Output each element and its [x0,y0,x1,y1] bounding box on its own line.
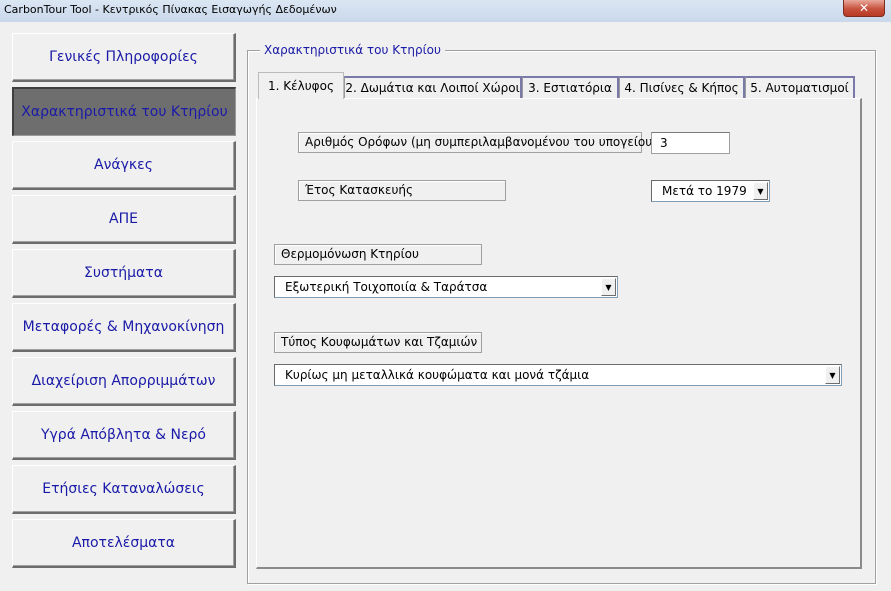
nav-button-label: Ετήσιες Καταναλώσεις [42,481,205,497]
insulation-label: Θερμομόνωση Κτηρίου [274,244,482,265]
construction-year-select[interactable]: Μετά το 1979 ▼ [651,180,770,202]
nav-button-annual-consumption[interactable]: Ετήσιες Καταναλώσεις [12,465,236,514]
nav-button-label: Χαρακτηριστικά του Κτηρίου [21,104,228,120]
title-bar: CarbonTour Tool - Κεντρικός Πίνακας Εισα… [0,0,891,23]
nav-button-building-characteristics[interactable]: Χαρακτηριστικά του Κτηρίου [12,87,236,136]
tab-label: 2. Δωμάτια και Λοιποί Χώροι [345,81,520,95]
nav-button-label: Μεταφορές & Μηχανοκίνηση [22,319,225,335]
close-icon: ✕ [858,1,870,15]
nav-button-label: Ανάγκες [94,157,153,173]
chevron-down-icon[interactable]: ▼ [601,278,616,296]
nav-button-results[interactable]: Αποτελέσματα [12,519,236,568]
insulation-select[interactable]: Εξωτερική Τοιχοποιία & Ταράτσα ▼ [274,276,618,298]
nav-button-label: Διαχείριση Απορριμμάτων [31,373,216,389]
tab-restaurants[interactable]: 3. Εστιατόρια [522,76,619,98]
tab-label: 1. Κέλυφος [268,79,334,93]
tab-label: 5. Αυτοματισμοί [750,81,849,95]
chevron-down-icon[interactable]: ▼ [753,182,768,200]
nav-button-label: ΑΠΕ [109,211,138,227]
tab-automation[interactable]: 5. Αυτοματισμοί [745,76,855,98]
nav-button-systems[interactable]: Συστήματα [12,249,236,298]
nav-button-label: Γενικές Πληροφορίες [49,49,198,65]
tab-label: 3. Εστιατόρια [528,81,612,95]
tab-rooms[interactable]: 2. Δωμάτια και Λοιποί Χώροι [344,76,522,98]
floors-label: Αριθμός Ορόφων (μη συμπεριλαμβανομένου τ… [298,132,657,153]
nav-button-label: Συστήματα [84,265,163,281]
construction-year-value: Μετά το 1979 [662,184,747,198]
close-button[interactable]: ✕ [843,0,885,17]
nav-button-label: Αποτελέσματα [71,535,176,551]
windows-select[interactable]: Κυρίως μη μεταλλικά κουφώματα και μονά τ… [274,364,842,386]
nav-button-needs[interactable]: Ανάγκες [12,141,236,190]
window-title: CarbonTour Tool - Κεντρικός Πίνακας Εισα… [4,3,337,16]
nav-button-general-info[interactable]: Γενικές Πληροφορίες [12,33,236,82]
nav-button-waste-management[interactable]: Διαχείριση Απορριμμάτων [12,357,236,406]
tab-envelope[interactable]: 1. Κέλυφος [258,72,344,99]
windows-value: Κυρίως μη μεταλλικά κουφώματα και μονά τ… [285,368,590,382]
floors-input[interactable]: 3 [651,132,730,154]
nav-button-label: Υγρά Απόβλητα & Νερό [40,427,207,443]
nav-button-wastewater-water[interactable]: Υγρά Απόβλητα & Νερό [12,411,236,460]
tab-pools-garden[interactable]: 4. Πισίνες & Κήπος [619,76,745,98]
frame-caption: Χαρακτηριστικά του Κτηρίου [260,43,445,57]
nav-button-transport[interactable]: Μεταφορές & Μηχανοκίνηση [12,303,236,352]
main-window: Γενικές Πληροφορίες Χαρακτηριστικά του Κ… [0,22,891,591]
tab-label: 4. Πισίνες & Κήπος [624,81,739,95]
construction-year-label: Έτος Κατασκευής [298,180,506,201]
windows-label: Τύπος Κουφωμάτων και Τζαμιών [274,332,482,353]
chevron-down-icon[interactable]: ▼ [825,366,840,384]
nav-button-renewables[interactable]: ΑΠΕ [12,195,236,244]
insulation-value: Εξωτερική Τοιχοποιία & Ταράτσα [285,280,488,294]
